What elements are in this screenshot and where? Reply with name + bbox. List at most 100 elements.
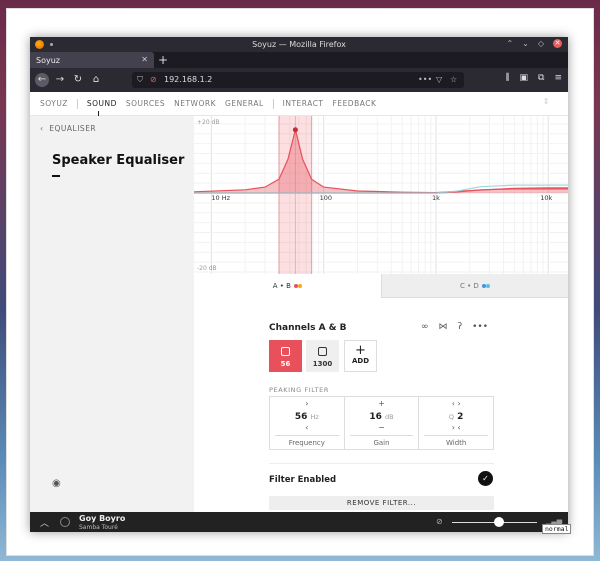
insecure-lock-icon[interactable]: ⊘ xyxy=(150,75,157,84)
nav-brand[interactable]: SOYUZ xyxy=(40,99,68,108)
window-menu-dot[interactable] xyxy=(50,43,53,46)
add-label: ADD xyxy=(351,357,370,365)
chevron-left-icon[interactable]: ‹ xyxy=(40,124,44,133)
sort-icon[interactable]: ⇕ xyxy=(543,97,550,106)
nav-item-network[interactable]: NETWORK xyxy=(174,99,216,108)
width-label: Width xyxy=(424,435,489,447)
back-icon[interactable]: ← xyxy=(35,73,49,87)
filter-label: 56 xyxy=(280,360,291,368)
browser-tab[interactable]: Soyuz ✕ xyxy=(30,52,154,68)
nav-toolbar: ← → ↻ ⌂ ⛉ ⊘ 192.168.1.2 ••• ▽ ☆ ⫼ ▣ ⧉ ≡ xyxy=(30,68,568,92)
page-title: Speaker Equaliser xyxy=(52,153,185,168)
tab-label: C • D xyxy=(459,282,479,290)
home-icon[interactable]: ⌂ xyxy=(89,73,103,87)
ear-icon[interactable]: ʔ xyxy=(458,322,463,332)
shield-icon[interactable]: ⛉ xyxy=(137,75,143,85)
nav-item-sources[interactable]: SOURCES xyxy=(126,99,165,108)
tab-label: Soyuz xyxy=(36,56,60,65)
window-titlebar: Soyuz — Mozilla Firefox ⌃ ⌄ ◇ ✕ xyxy=(30,37,568,52)
window-controls: ⌃ ⌄ ◇ ✕ xyxy=(506,39,562,48)
eye-icon[interactable]: ◉ xyxy=(52,478,61,489)
filter-enabled-check-icon[interactable]: ✓ xyxy=(478,471,493,486)
channel-actions: ∞ ⋈ ʔ ••• xyxy=(421,322,488,332)
url-text[interactable]: 192.168.1.2 xyxy=(164,75,212,84)
y-label-bottom: -20 dB xyxy=(197,265,217,272)
x-tick-label: 10 Hz xyxy=(211,194,230,202)
link-icon[interactable]: ∞ xyxy=(421,322,429,332)
volume-knob[interactable] xyxy=(493,517,504,527)
gain-value[interactable]: 16 dB xyxy=(345,412,419,422)
nav-item-sound[interactable]: SOUND xyxy=(87,99,117,116)
page-actions-icon[interactable]: ••• xyxy=(418,75,432,84)
breadcrumb-label[interactable]: EQUALISER xyxy=(49,124,96,133)
x-tick-label: 1k xyxy=(432,194,440,202)
new-tab-icon[interactable]: + xyxy=(158,53,168,67)
filter-label: 1300 xyxy=(312,360,333,368)
nav-item-interact[interactable]: INTERACT xyxy=(283,99,324,108)
channel-tabs: A • B C • D xyxy=(194,274,568,298)
close-icon[interactable]: ✕ xyxy=(553,39,562,48)
widen-icon[interactable]: ‹ › xyxy=(419,399,493,408)
frequency-control: › 56 Hz ‹ Frequency xyxy=(270,397,345,449)
plus-icon: + xyxy=(355,343,366,358)
filter-handle xyxy=(292,127,298,133)
toolbar-right: ⫼ ▣ ⧉ ≡ xyxy=(505,73,562,83)
sidebar-toggle-icon[interactable]: ▣ xyxy=(520,73,529,83)
forward-icon[interactable]: → xyxy=(53,73,67,87)
width-value[interactable]: Q 2 xyxy=(419,412,493,422)
frequency-value[interactable]: 56 Hz xyxy=(270,412,344,422)
nav-item-general[interactable]: GENERAL xyxy=(225,99,264,108)
add-filter-button[interactable]: + ADD xyxy=(344,340,377,372)
x-tick-label: 100 xyxy=(320,194,332,202)
reload-icon[interactable]: ↻ xyxy=(71,73,85,87)
filter-button-56[interactable]: 56 xyxy=(269,340,302,372)
tab-channels-cd[interactable]: C • D xyxy=(381,274,568,298)
eq-graph[interactable]: 10 Hz 100 1k 10k +20 dB -20 dB xyxy=(193,113,568,274)
channel-title: Channels A & B xyxy=(269,323,347,333)
nav-separator xyxy=(272,98,274,109)
minimize-icon[interactable]: ⌃ xyxy=(506,39,513,48)
gain-label: Gain xyxy=(349,435,414,447)
peaking-filter-icon xyxy=(281,347,290,356)
filter-button-1300[interactable]: 1300 xyxy=(306,340,339,372)
bookmark-star-icon[interactable]: ☆ xyxy=(450,75,457,84)
divider xyxy=(269,463,494,464)
y-label-top: +20 dB xyxy=(197,119,220,126)
mute-icon[interactable]: ⊘ xyxy=(436,517,443,526)
mode-badge[interactable]: normal xyxy=(542,524,572,534)
tab-channels-ab[interactable]: A • B xyxy=(194,274,381,298)
app-nav: SOYUZ SOUND SOURCES NETWORK GENERAL INTE… xyxy=(30,92,568,116)
increase-frequency-icon[interactable]: › xyxy=(270,399,344,408)
tab-label: A • B xyxy=(272,282,291,290)
breadcrumb[interactable]: ‹ EQUALISER xyxy=(40,124,96,133)
track-title: Goy Boyro xyxy=(79,514,126,523)
browser-window: Soyuz — Mozilla Firefox ⌃ ⌄ ◇ ✕ Soyuz ✕ … xyxy=(30,37,572,534)
maximize-icon[interactable]: ◇ xyxy=(538,39,544,48)
narrow-icon[interactable]: › ‹ xyxy=(419,423,493,432)
sidebar: ‹ EQUALISER Speaker Equaliser ◉ xyxy=(30,116,194,512)
url-bar[interactable]: ⛉ ⊘ 192.168.1.2 ••• ▽ ☆ xyxy=(132,72,464,88)
bowtie-icon[interactable]: ⋈ xyxy=(439,322,448,332)
player-bar: ︿ Goy Boyro Samba Touré ⊘ ▁▃▅ normal xyxy=(30,512,572,534)
pocket-icon[interactable]: ▽ xyxy=(436,75,442,84)
library-icon[interactable]: ⫼ xyxy=(505,73,509,83)
remove-filter-button[interactable]: REMOVE FILTER... xyxy=(269,496,494,510)
decrease-frequency-icon[interactable]: ‹ xyxy=(270,423,344,432)
channel-dot-b xyxy=(298,284,303,288)
decrease-gain-icon[interactable]: − xyxy=(345,423,419,432)
nav-item-feedback[interactable]: FEEDBACK xyxy=(333,99,377,108)
app-menu-icon[interactable]: ≡ xyxy=(554,73,562,83)
eq-chart-svg[interactable]: 10 Hz 100 1k 10k +20 dB -20 dB xyxy=(193,113,568,274)
chevron-up-icon[interactable]: ︿ xyxy=(40,516,49,529)
tab-close-icon[interactable]: ✕ xyxy=(141,55,148,64)
restore-icon[interactable]: ⌄ xyxy=(522,39,529,48)
tab-bar: Soyuz ✕ + xyxy=(30,52,568,68)
increase-gain-icon[interactable]: + xyxy=(345,399,419,408)
channel-dot-d xyxy=(486,284,491,288)
filter-params: › 56 Hz ‹ Frequency + 16 dB − Gain ‹ › Q… xyxy=(269,396,494,450)
extensions-icon[interactable]: ⧉ xyxy=(538,73,544,83)
x-tick-label: 10k xyxy=(540,194,552,202)
nav-separator xyxy=(76,98,78,109)
more-icon[interactable]: ••• xyxy=(472,322,488,332)
source-icon[interactable] xyxy=(60,517,70,527)
